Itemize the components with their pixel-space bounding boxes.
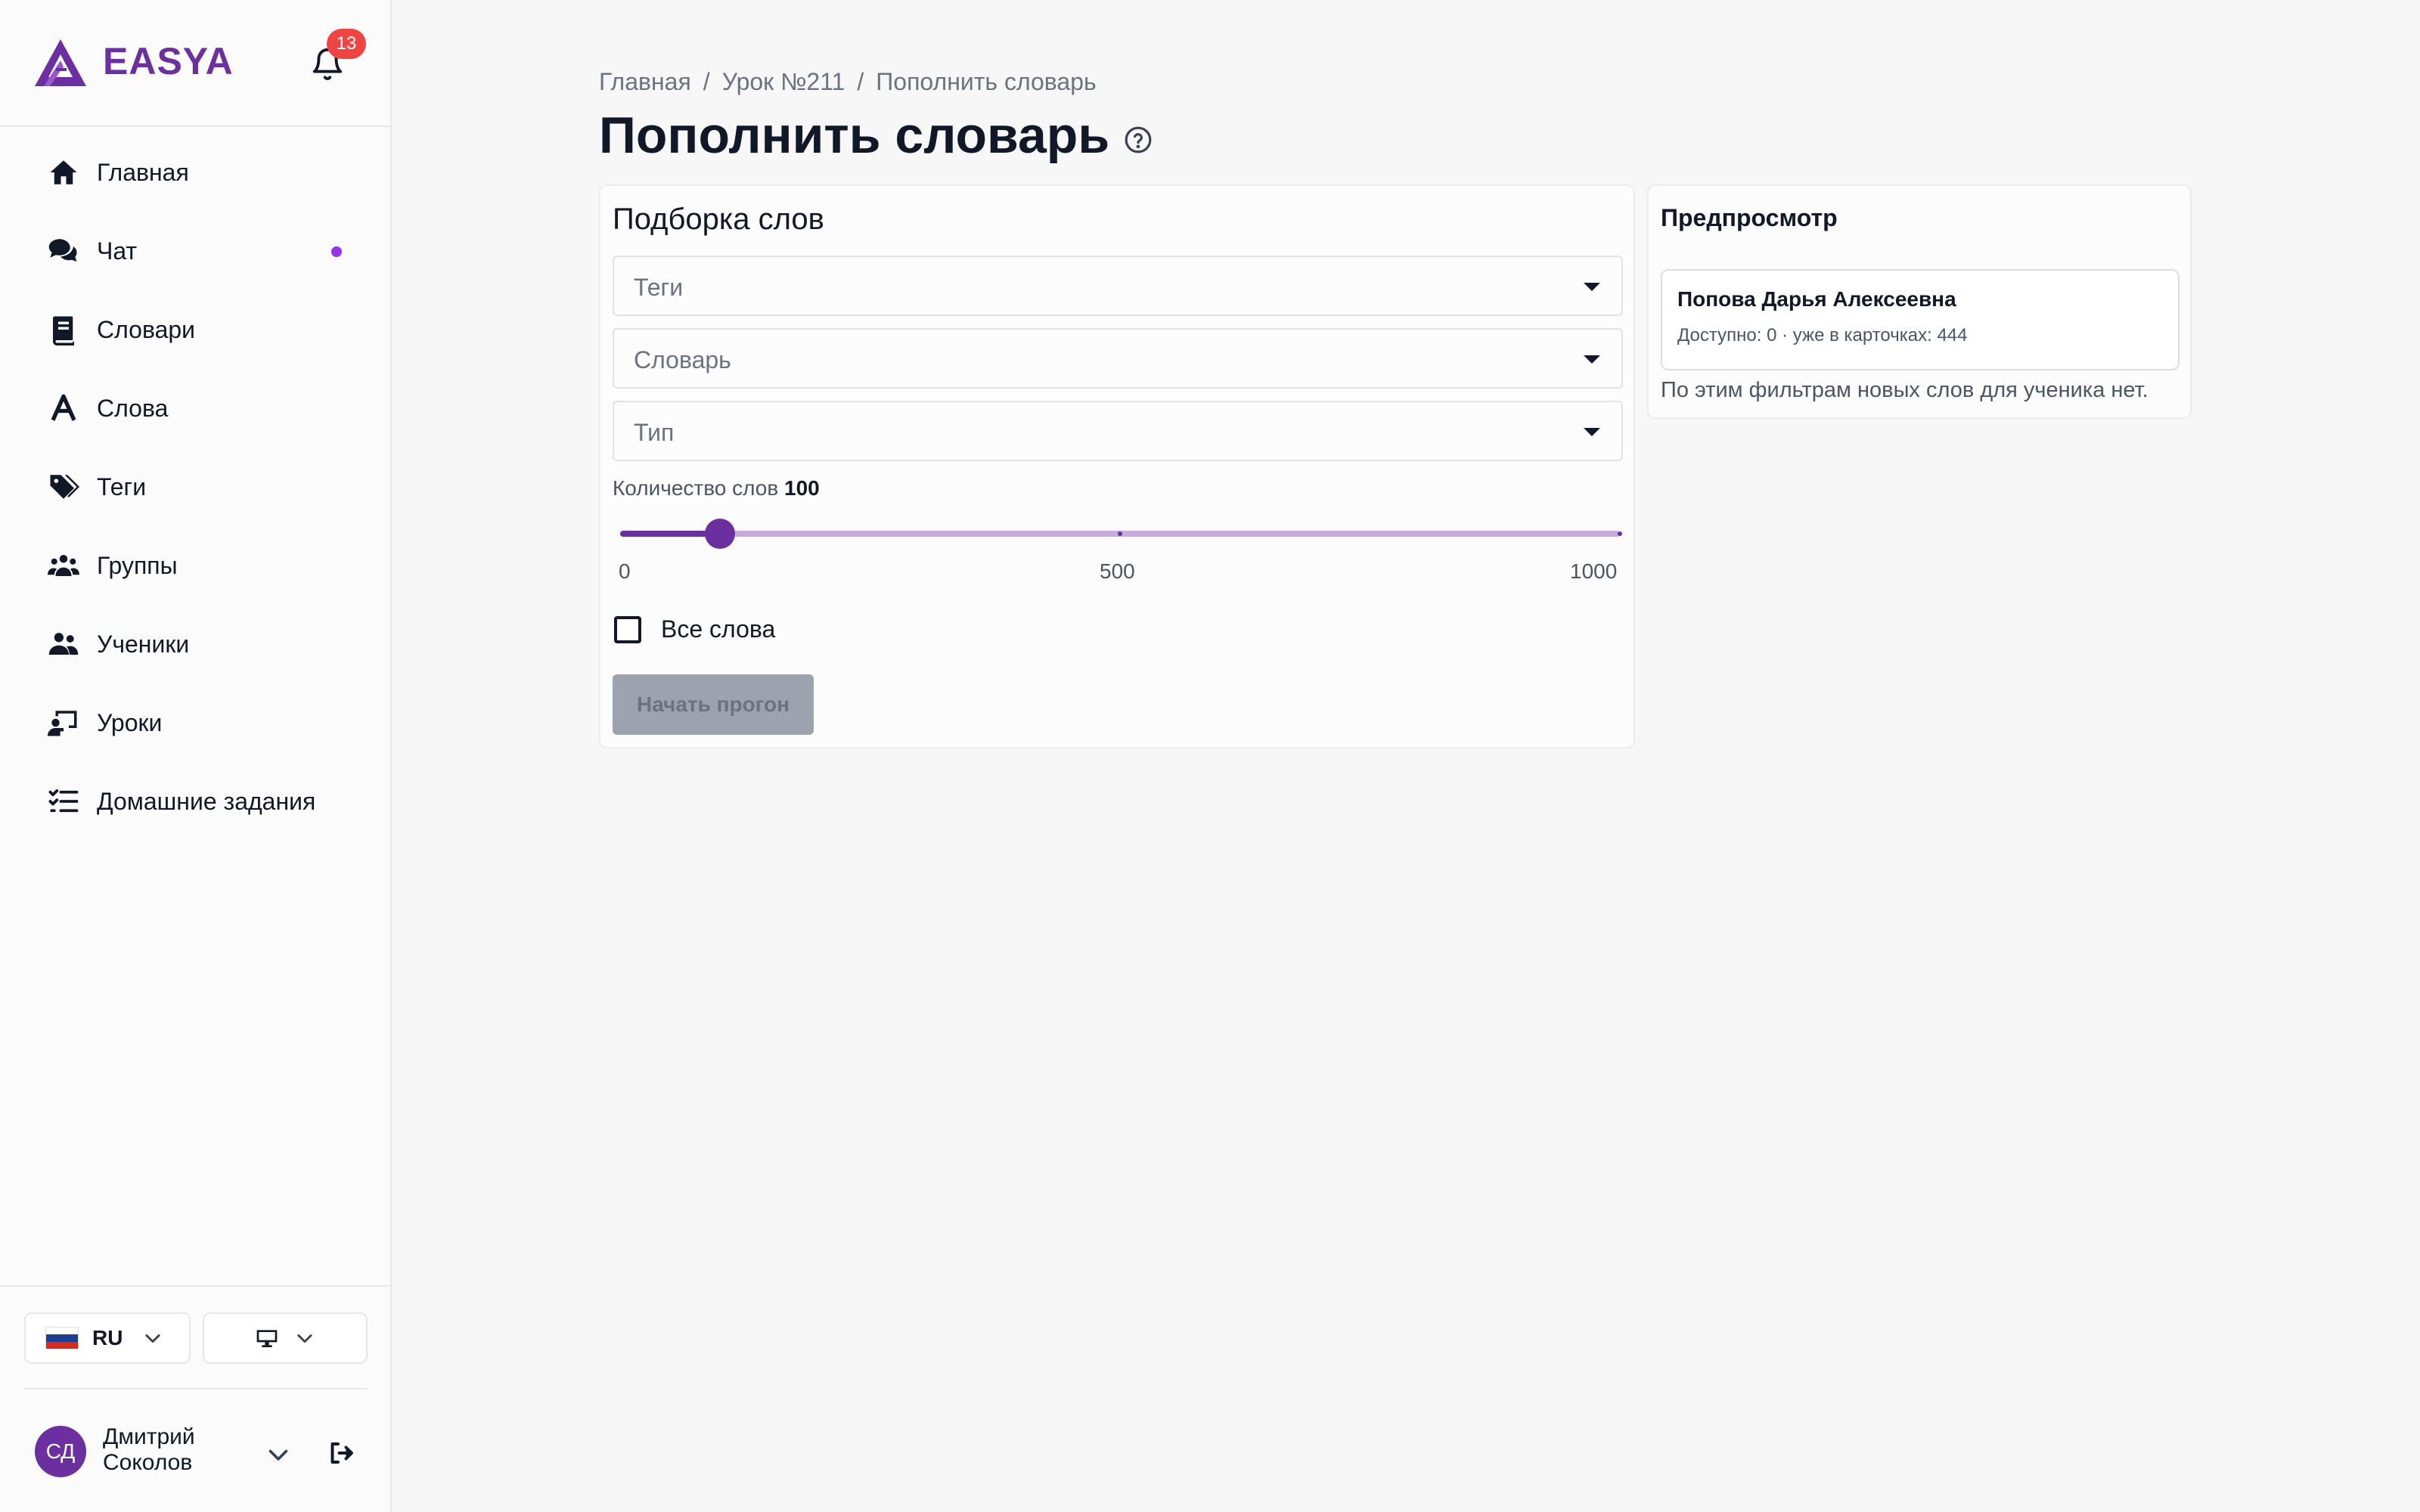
slider-tick-min: 0 [619,559,631,583]
sidebar-footer: RU СД Дмитрий Соколов [0,1285,392,1512]
sidebar-item-words[interactable]: Слова [0,369,392,448]
word-count-label: Количество слов 100 [613,476,820,500]
dictionary-select[interactable]: Словарь [613,328,1623,389]
sidebar-item-label: Слова [97,394,169,422]
footer-divider [24,1388,368,1390]
caret-down-icon [1584,428,1600,436]
sidebar-item-homework[interactable]: Домашние задания [0,762,392,841]
slider-thumb[interactable] [705,519,736,549]
sidebar-item-label: Чат [97,237,138,265]
sidebar-item-students[interactable]: Ученики [0,605,392,683]
easya-logo-icon [35,39,86,86]
word-count-value: 100 [784,476,820,500]
book-icon [47,313,80,346]
home-icon [47,156,80,189]
monitor-icon [256,1330,278,1347]
select-placeholder: Словарь [634,346,731,373]
preview-title: Предпросмотр [1661,204,1838,231]
sidebar: EASYA 13 Главная Чат Словари Слова Теги … [0,0,392,1512]
breadcrumb-home[interactable]: Главная [599,68,691,95]
user-name[interactable]: Дмитрий Соколов [103,1424,254,1476]
sidebar-item-dictionaries[interactable]: Словари [0,290,392,369]
sidebar-item-label: Словари [97,315,196,343]
logout-icon[interactable] [327,1439,354,1467]
student-card[interactable]: Попова Дарья Алексеевна Доступно: 0 · уж… [1661,269,2180,370]
picker-title: Подборка слов [613,203,824,236]
language-code: RU [92,1326,123,1349]
breadcrumb-current: Пополнить словарь [876,68,1097,95]
chevron-down-icon [297,1334,312,1343]
word-count-slider[interactable] [620,519,1622,549]
sidebar-item-groups[interactable]: Группы [0,526,392,605]
slider-mark [1618,531,1622,536]
breadcrumb: Главная / Урок №211 / Пополнить словарь [599,68,1097,96]
sidebar-item-label: Уроки [97,708,163,736]
chevron-down-icon [145,1334,161,1343]
lessons-icon [47,706,80,739]
word-picker-card: Подборка слов Теги Словарь Тип Количеств… [599,184,1635,748]
student-name: Попова Дарья Алексеевна [1677,287,1956,311]
sidebar-item-lessons[interactable]: Уроки [0,683,392,762]
preview-note: По этим фильтрам новых слов для ученика … [1661,378,2149,402]
breadcrumb-separator: / [857,68,864,95]
brand-header: EASYA 13 [0,0,392,127]
slider-tick-mid: 500 [1100,559,1135,583]
caret-down-icon [1584,355,1600,364]
slider-tick-max: 1000 [1570,559,1618,583]
page-title: Пополнить словарь [599,107,1110,164]
notification-badge: 13 [327,29,366,59]
select-placeholder: Тип [634,419,675,446]
all-words-label: Все слова [661,615,776,643]
unread-dot [331,246,342,257]
slider-mark [1118,531,1122,536]
students-icon [47,627,80,661]
type-select[interactable]: Тип [613,401,1623,461]
all-words-row[interactable]: Все слова [614,615,775,643]
sidebar-item-label: Теги [97,472,147,500]
all-words-checkbox[interactable] [614,615,641,643]
sidebar-item-chat[interactable]: Чат [0,212,392,290]
help-icon[interactable] [1124,125,1153,154]
select-placeholder: Теги [634,274,684,301]
start-run-button[interactable]: Начать прогон [613,674,814,735]
letter-a-icon [47,392,80,425]
breadcrumb-separator: / [703,68,710,95]
brand-name: EASYA [103,40,234,82]
caret-down-icon [1584,283,1600,291]
chat-icon [47,234,80,268]
theme-select[interactable] [203,1312,368,1364]
avatar[interactable]: СД [35,1426,86,1477]
preview-card: Предпросмотр Попова Дарья Алексеевна Дос… [1647,184,2192,419]
sidebar-item-home[interactable]: Главная [0,133,392,212]
sidebar-item-label: Ученики [97,630,190,658]
checklist-icon [47,785,80,818]
chevron-down-icon[interactable] [265,1441,292,1468]
sidebar-nav: Главная Чат Словари Слова Теги Группы Уч… [0,133,392,841]
language-select[interactable]: RU [24,1312,191,1364]
sidebar-item-label: Группы [97,551,178,579]
sidebar-item-tags[interactable]: Теги [0,448,392,526]
breadcrumb-lesson[interactable]: Урок №211 [722,68,845,95]
flag-ru-icon [45,1327,79,1349]
sidebar-item-label: Домашние задания [97,787,316,815]
sidebar-item-label: Главная [97,158,189,186]
word-count-text: Количество слов [613,476,779,500]
group-icon [47,549,80,582]
tags-icon [47,470,80,503]
student-stats: Доступно: 0 · уже в карточках: 444 [1677,325,1968,345]
tags-select[interactable]: Теги [613,256,1623,316]
